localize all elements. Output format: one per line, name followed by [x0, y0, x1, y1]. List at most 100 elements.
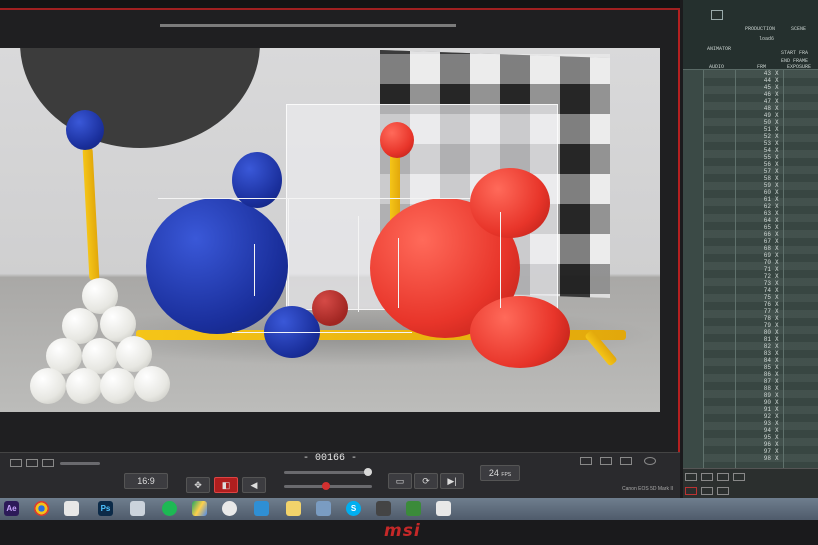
- frame-number: 89: [763, 392, 771, 399]
- frame-number: 64: [763, 217, 771, 224]
- aspect-ratio-button[interactable]: 16:9: [124, 473, 168, 489]
- yellow-stick-left: [82, 147, 100, 281]
- photos-icon[interactable]: [222, 501, 237, 516]
- exposure-mark: X: [775, 280, 779, 287]
- app-icon[interactable]: [130, 501, 145, 516]
- exposure-mark: X: [775, 147, 779, 154]
- blue-blob-head: [232, 152, 282, 208]
- add-layer-icon[interactable]: [685, 473, 697, 481]
- notes-icon[interactable]: [286, 501, 301, 516]
- viewer-title-bar: [160, 24, 456, 27]
- step-forward-button[interactable]: ▶|: [440, 473, 464, 489]
- view-toggle-icon[interactable]: [580, 457, 592, 465]
- frame-number: 77: [763, 308, 771, 315]
- exposure-grid[interactable]: 43 X 44 X 45 X 46 X 47 X 48 X 49 X 50 X 51 X 52 X 53 X 54 X 55 X 5…: [703, 70, 818, 470]
- exposure-mark: X: [775, 364, 779, 371]
- view-toggle-icon[interactable]: [600, 457, 612, 465]
- exposure-mark: X: [775, 91, 779, 98]
- camera-model-label: Canon EOS 5D Mark II: [622, 486, 674, 492]
- frame-number: 56: [763, 161, 771, 168]
- printer-icon[interactable]: [711, 10, 723, 20]
- playback-slider-knob[interactable]: [322, 482, 330, 490]
- camera-icon[interactable]: [701, 487, 713, 495]
- vpn-icon[interactable]: [254, 501, 269, 516]
- camera-app-icon[interactable]: [376, 501, 391, 516]
- exposure-mark: X: [775, 119, 779, 126]
- exposure-mark: X: [775, 98, 779, 105]
- view-toggle-icon[interactable]: [620, 457, 632, 465]
- frame-number: 74: [763, 287, 771, 294]
- layout-icon[interactable]: [42, 459, 54, 467]
- exposure-mark: X: [775, 378, 779, 385]
- frame-number: 54: [763, 147, 771, 154]
- drive-icon[interactable]: [192, 501, 207, 516]
- sync-icon[interactable]: [717, 473, 729, 481]
- exposure-mark: X: [775, 84, 779, 91]
- grid-view-icon[interactable]: [10, 459, 22, 467]
- capture-button[interactable]: ◧: [214, 477, 238, 493]
- exposure-mark: X: [775, 294, 779, 301]
- opacity-slider-knob[interactable]: [364, 468, 372, 476]
- link-icon[interactable]: [733, 473, 745, 481]
- play-back-button[interactable]: ◀: [242, 477, 266, 493]
- red-blob-arm: [470, 168, 550, 238]
- grid-icon[interactable]: [701, 473, 713, 481]
- live-view-image[interactable]: [0, 48, 660, 412]
- loop-mode-button[interactable]: ▭: [388, 473, 412, 489]
- white-ball: [134, 366, 170, 402]
- split-view-icon[interactable]: [26, 459, 38, 467]
- frame-number: 79: [763, 322, 771, 329]
- exposure-mark: X: [775, 385, 779, 392]
- exposure-mark: X: [775, 266, 779, 273]
- chat-icon[interactable]: [406, 501, 421, 516]
- fps-unit: FPS: [501, 472, 512, 478]
- frame-number: 48: [763, 105, 771, 112]
- frame-number: 84: [763, 357, 771, 364]
- frame-number: 88: [763, 385, 771, 392]
- exposure-mark: X: [775, 308, 779, 315]
- exposure-row[interactable]: 98 X: [703, 455, 818, 463]
- after-effects-icon[interactable]: Ae: [4, 501, 19, 516]
- zoom-slider[interactable]: [60, 462, 100, 465]
- column-divider: [783, 70, 784, 470]
- chrome-icon[interactable]: [34, 501, 49, 516]
- onion-skin-guide: [232, 332, 412, 333]
- settings-icon[interactable]: [717, 487, 729, 495]
- gallery-icon[interactable]: [316, 501, 331, 516]
- frame-number: 86: [763, 371, 771, 378]
- spotify-icon[interactable]: [162, 501, 177, 516]
- frame-number: 52: [763, 133, 771, 140]
- clear-icon[interactable]: [685, 487, 697, 495]
- frame-counter: - 00166 -: [302, 453, 357, 464]
- onion-skin-button[interactable]: ✥: [186, 477, 210, 493]
- fps-selector[interactable]: 24 FPS: [480, 465, 520, 481]
- production-value[interactable]: load6: [759, 36, 774, 42]
- exposure-mark: X: [775, 406, 779, 413]
- frame-number: 81: [763, 336, 771, 343]
- exposure-mark: X: [775, 182, 779, 189]
- eye-icon[interactable]: [644, 457, 656, 465]
- exposure-mark: X: [775, 77, 779, 84]
- photoshop-icon[interactable]: Ps: [98, 501, 113, 516]
- exposure-mark: X: [775, 189, 779, 196]
- frame-number: 80: [763, 329, 771, 336]
- finder-icon[interactable]: [64, 501, 79, 516]
- exposure-mark: X: [775, 161, 779, 168]
- frame-number: 85: [763, 364, 771, 371]
- opacity-slider[interactable]: [284, 471, 372, 474]
- viewer-controls: - 00166 - 16:9 ✥ ◧ ◀ ▭ ⟳ ▶| 24 FPS Canon…: [0, 452, 680, 498]
- exposure-mark: X: [775, 420, 779, 427]
- frame-number: 47: [763, 98, 771, 105]
- charts-icon[interactable]: [436, 501, 451, 516]
- skype-icon[interactable]: S: [346, 501, 361, 516]
- loop-button[interactable]: ⟳: [414, 473, 438, 489]
- frame-number: 98: [763, 455, 771, 462]
- exposure-mark: X: [775, 252, 779, 259]
- large-blue-blob: [146, 198, 288, 334]
- frame-number: 51: [763, 126, 771, 133]
- exposure-mark: X: [775, 343, 779, 350]
- frame-number: 62: [763, 203, 771, 210]
- monitor-brand-logo: msi: [384, 521, 421, 541]
- frame-number: 45: [763, 84, 771, 91]
- frame-number: 97: [763, 448, 771, 455]
